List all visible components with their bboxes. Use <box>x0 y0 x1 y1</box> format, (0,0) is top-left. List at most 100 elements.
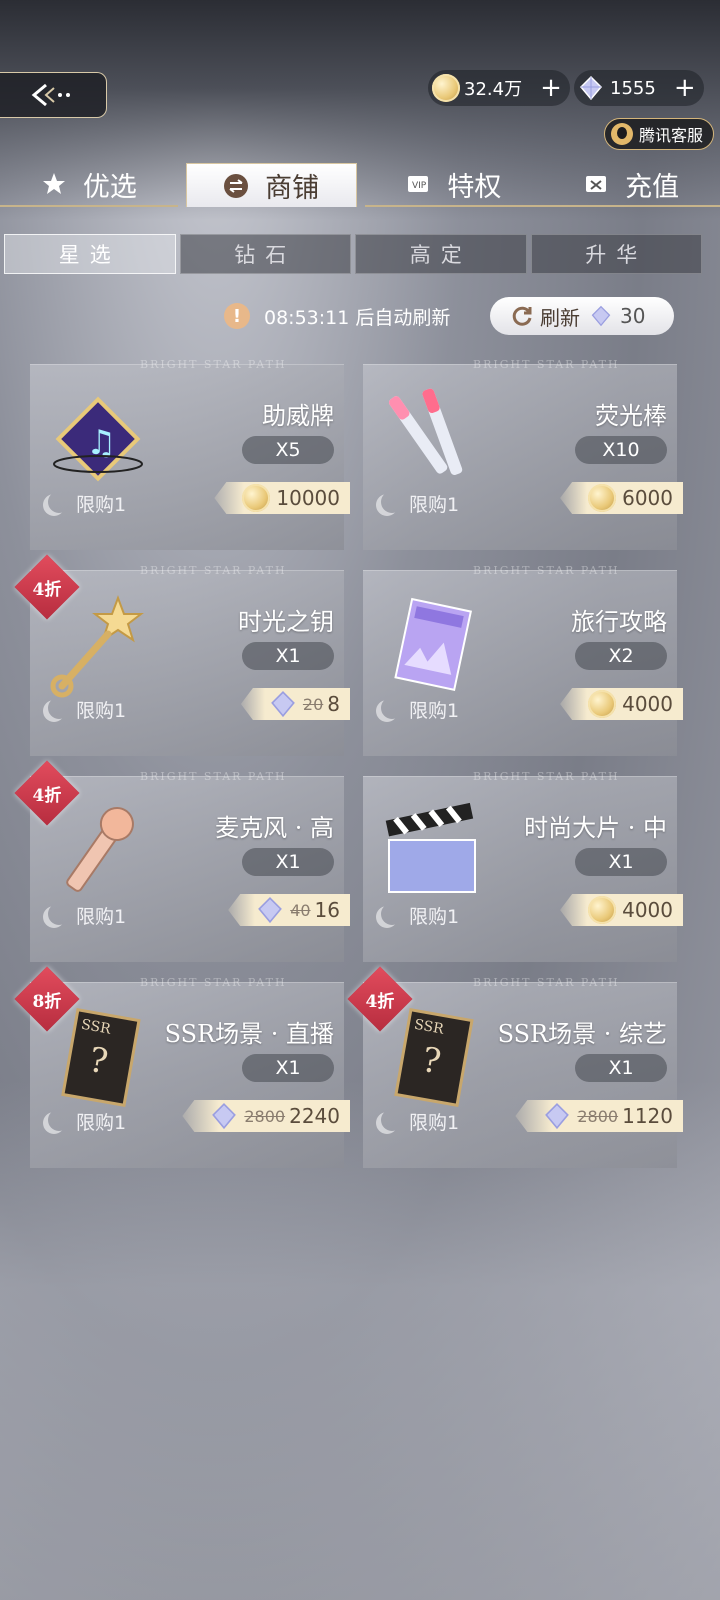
price-value: 16 <box>314 898 340 922</box>
tab-label: 特权 <box>447 171 502 203</box>
price-value: 4000 <box>622 692 673 716</box>
purchase-limit: 限购1 <box>42 902 126 929</box>
purchase-limit: 限购1 <box>375 902 459 929</box>
tab-privilege[interactable]: VIP 特权 <box>364 163 543 207</box>
refresh-icon <box>512 306 532 326</box>
gem-icon <box>271 691 295 718</box>
buy-price-button[interactable]: 20 8 <box>240 688 350 720</box>
gem-amount: 1555 <box>610 77 656 99</box>
tab-label: 商铺 <box>265 173 320 204</box>
item-quantity: X5 <box>242 436 334 464</box>
main-tab-bar: 优选 商铺 VIP 特权 充值 <box>0 163 720 207</box>
moon-icon <box>381 697 403 719</box>
limit-label: 限购1 <box>409 906 460 928</box>
shop-item-card[interactable]: BRIGHT STAR PATH ♫ 助威牌 X5 限购1 10000 <box>30 358 350 550</box>
buy-price-button[interactable]: 40 16 <box>228 894 350 926</box>
item-name: 麦克风 · 高 <box>215 814 334 842</box>
item-image: SSR? <box>381 1002 481 1112</box>
limit-label: 限购1 <box>409 700 460 722</box>
item-quantity: X2 <box>575 642 667 670</box>
coin-amount: 32.4万 <box>464 79 523 100</box>
discount-text: 4折 <box>32 785 62 806</box>
item-name: 助威牌 <box>262 402 334 430</box>
moon-icon <box>48 697 70 719</box>
item-name: 时光之钥 <box>238 608 334 636</box>
discount-text: 4折 <box>32 579 62 600</box>
buy-price-button[interactable]: 4000 <box>560 894 683 926</box>
coin-icon <box>588 896 617 924</box>
coin-icon <box>242 484 271 512</box>
moon-icon <box>48 491 70 513</box>
add-gem-button[interactable]: + <box>674 75 696 101</box>
discount-text: 8折 <box>32 991 62 1012</box>
tab-label: 优选 <box>82 171 137 203</box>
moon-icon <box>48 903 70 925</box>
refresh-button[interactable]: 刷新 30 <box>490 297 674 335</box>
shop-item-card[interactable]: BRIGHT STAR PATH SSR? SSR场景 · 综艺 X1 限购1 2800 1… <box>347 966 683 1168</box>
discount-text: 4折 <box>365 991 395 1012</box>
service-label: 腾讯客服 <box>638 126 703 145</box>
sub-tab-bar: 星选 钻石 高定 升华 <box>4 234 702 274</box>
subtab-sublimation[interactable]: 升华 <box>530 234 702 274</box>
gem-icon <box>591 305 611 327</box>
watermark-text: BRIGHT STAR PATH <box>140 564 287 577</box>
item-name: 旅行攻略 <box>571 608 667 636</box>
refresh-label: 刷新 <box>540 305 580 330</box>
tab-recharge[interactable]: 充值 <box>542 163 720 207</box>
buy-price-button[interactable]: 2800 2240 <box>182 1100 350 1132</box>
buy-price-button[interactable]: 4000 <box>560 688 683 720</box>
buy-price-button[interactable]: 6000 <box>560 482 683 514</box>
recharge-icon <box>583 171 609 197</box>
shop-item-card[interactable]: BRIGHT STAR PATH 旅行攻略 X2 限购1 4000 <box>363 564 683 756</box>
exclamation-icon: ! <box>224 303 250 329</box>
item-image: ♫ <box>48 384 148 494</box>
limit-label: 限购1 <box>409 1112 460 1134</box>
customer-service-button[interactable]: 腾讯客服 <box>603 118 714 150</box>
refresh-cost: 30 <box>590 304 645 328</box>
limit-label: 限购1 <box>76 1112 127 1134</box>
item-image <box>381 384 481 494</box>
item-name: SSR场景 · 综艺 <box>497 1020 667 1048</box>
watermark-text: BRIGHT STAR PATH <box>473 564 620 577</box>
timer-text: 08:53:11 后自动刷新 <box>264 306 451 329</box>
buy-price-button[interactable]: 10000 <box>214 482 350 514</box>
limit-label: 限购1 <box>76 906 127 928</box>
item-image <box>48 796 148 906</box>
subtab-diamond[interactable]: 钻石 <box>179 234 351 274</box>
gem-icon <box>579 75 603 101</box>
item-image <box>48 590 148 700</box>
coin-icon <box>588 484 617 512</box>
back-button[interactable] <box>0 72 107 118</box>
item-name: SSR场景 · 直播 <box>164 1020 334 1048</box>
shop-item-card[interactable]: BRIGHT STAR PATH 荧光棒 X10 限购1 6000 <box>363 358 683 550</box>
subtab-couture[interactable]: 高定 <box>355 234 527 274</box>
tab-featured[interactable]: 优选 <box>0 163 178 207</box>
gem-icon <box>258 897 283 924</box>
item-quantity: X1 <box>242 642 334 670</box>
shop-item-grid: BRIGHT STAR PATH ♫ 助威牌 X5 限购1 10000 BRIGHT STA… <box>14 358 683 1168</box>
buy-price-button[interactable]: 2800 1120 <box>515 1100 683 1132</box>
price-value: 1120 <box>622 1104 673 1128</box>
price-value: 4000 <box>622 898 673 922</box>
shop-item-card[interactable]: BRIGHT STAR PATH SSR? SSR场景 · 直播 X1 限购1 2800 2… <box>14 966 350 1168</box>
limit-label: 限购1 <box>76 700 127 722</box>
price-value: 2240 <box>289 1104 340 1128</box>
tab-shop[interactable]: 商铺 <box>185 163 357 207</box>
shop-item-card[interactable]: BRIGHT STAR PATH 麦克风 · 高 X1 限购1 40 16 4折 <box>14 760 350 962</box>
gem-balance: 1555 + <box>574 70 704 106</box>
item-quantity: X1 <box>575 848 667 876</box>
watermark-text: BRIGHT STAR PATH <box>140 770 287 783</box>
price-value: 10000 <box>276 486 340 510</box>
item-quantity: X10 <box>575 436 667 464</box>
privilege-card-icon: VIP <box>405 171 431 197</box>
moon-icon <box>381 491 403 513</box>
shop-item-card[interactable]: BRIGHT STAR PATH 时尚大片 · 中 X1 限购1 4000 <box>363 770 683 962</box>
item-image <box>381 796 481 906</box>
shop-item-card[interactable]: BRIGHT STAR PATH 时光之钥 X1 限购1 20 8 4折 <box>14 554 350 756</box>
watermark-text: BRIGHT STAR PATH <box>140 976 287 989</box>
moon-icon <box>381 1109 403 1131</box>
subtab-star-select[interactable]: 星选 <box>4 234 176 274</box>
watermark-text: BRIGHT STAR PATH <box>140 358 287 371</box>
add-coin-button[interactable]: + <box>540 75 562 101</box>
item-name: 时尚大片 · 中 <box>524 814 667 842</box>
